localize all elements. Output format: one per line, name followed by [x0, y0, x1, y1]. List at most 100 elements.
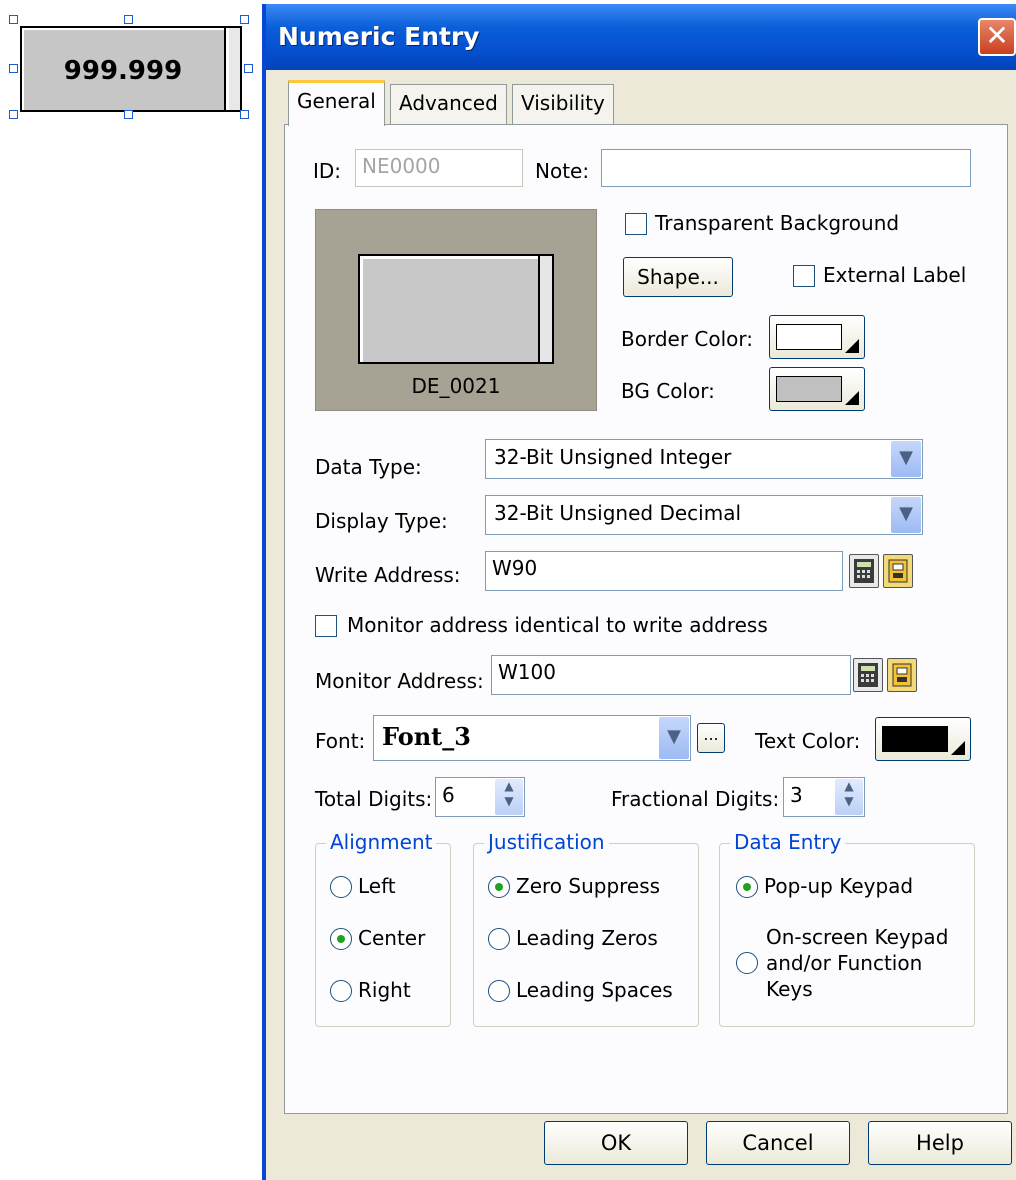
resize-handle-bottom-right[interactable]: [240, 110, 249, 119]
bg-color-swatch: [776, 376, 842, 402]
border-color-button[interactable]: [769, 315, 865, 359]
help-button[interactable]: Help: [868, 1121, 1012, 1165]
ok-button[interactable]: OK: [544, 1121, 688, 1165]
tab-advanced-label: Advanced: [399, 91, 498, 115]
display-type-value: 32-Bit Unsigned Decimal: [494, 501, 742, 525]
alignment-center-radio[interactable]: [330, 928, 352, 950]
chevron-down-icon[interactable]: ▼: [891, 497, 921, 533]
alignment-left-label: Left: [358, 874, 396, 898]
text-color-button[interactable]: [875, 717, 971, 761]
spin-updown-icon[interactable]: ▲ ▼: [835, 779, 863, 815]
id-field: NE0000: [355, 149, 523, 187]
note-field[interactable]: [601, 149, 971, 187]
resize-handle-top[interactable]: [124, 15, 133, 24]
resize-handle-top-left[interactable]: [9, 15, 18, 24]
preview-shape: [358, 254, 554, 364]
alignment-group: Alignment Left Center Right: [315, 830, 451, 1027]
border-color-swatch: [776, 324, 842, 350]
resize-handle-top-right[interactable]: [240, 15, 249, 24]
onscreen-keypad-radio[interactable]: [736, 952, 758, 974]
monitor-identical-checkbox[interactable]: [315, 615, 337, 637]
spin-updown-icon[interactable]: ▲ ▼: [495, 779, 523, 815]
general-tab-panel: ID: NE0000 Note: DE_0021 Transparent Bac…: [284, 124, 1008, 1114]
text-color-swatch: [882, 726, 948, 752]
external-label-checkbox[interactable]: [793, 265, 815, 287]
monitor-identical-label: Monitor address identical to write addre…: [347, 613, 768, 637]
popup-keypad-label: Pop-up Keypad: [764, 874, 914, 898]
numeric-entry-widget[interactable]: 999.999: [9, 15, 253, 119]
zero-suppress-label: Zero Suppress: [516, 874, 661, 898]
justification-title: Justification: [484, 830, 609, 854]
widget-value: 999.999: [63, 56, 183, 86]
tab-general[interactable]: General: [288, 80, 385, 126]
text-color-label: Text Color:: [755, 729, 861, 753]
bg-color-button[interactable]: [769, 367, 865, 411]
font-more-button[interactable]: ...: [697, 723, 725, 753]
onscreen-keypad-label: On-screen Keypad and/or Function Keys: [766, 925, 949, 1001]
preview-caption: DE_0021: [411, 374, 501, 398]
cancel-button[interactable]: Cancel: [706, 1121, 850, 1165]
alignment-right-radio[interactable]: [330, 980, 352, 1002]
resize-handle-bottom[interactable]: [124, 110, 133, 119]
data-type-value: 32-Bit Unsigned Integer: [494, 445, 732, 469]
justification-group: Justification Zero Suppress Leading Zero…: [473, 830, 699, 1027]
zero-suppress-radio[interactable]: [488, 876, 510, 898]
address-tag-icon[interactable]: [887, 658, 917, 692]
preview-bevel: [538, 256, 552, 362]
fractional-digits-spinner[interactable]: 3 ▲ ▼: [783, 777, 865, 817]
dropdown-corner-icon: [845, 391, 859, 405]
transparent-background-label: Transparent Background: [655, 211, 900, 235]
font-value: Font_3: [382, 722, 471, 751]
font-label: Font:: [315, 729, 366, 753]
widget-bevel: [224, 28, 240, 110]
total-digits-spinner[interactable]: 6 ▲ ▼: [435, 777, 525, 817]
leading-spaces-label: Leading Spaces: [516, 978, 673, 1002]
chevron-down-icon[interactable]: ▼: [891, 441, 921, 477]
alignment-left-radio[interactable]: [330, 876, 352, 898]
tab-visibility-label: Visibility: [521, 91, 605, 115]
calculator-icon[interactable]: [853, 658, 883, 692]
font-select[interactable]: Font_3 ▼: [373, 715, 691, 761]
address-tag-icon[interactable]: [883, 554, 913, 588]
calculator-icon[interactable]: [849, 554, 879, 588]
id-label: ID:: [313, 159, 342, 183]
tab-visibility[interactable]: Visibility: [512, 84, 614, 124]
data-entry-group: Data Entry Pop-up Keypad On-screen Keypa…: [719, 830, 975, 1027]
numeric-entry-dialog: Numeric Entry ✕ General Advanced Visibil…: [262, 4, 1016, 1180]
tab-advanced[interactable]: Advanced: [390, 84, 507, 124]
resize-handle-left[interactable]: [9, 64, 18, 73]
close-button[interactable]: ✕: [978, 18, 1016, 56]
border-color-label: Border Color:: [621, 327, 754, 351]
fractional-digits-label: Fractional Digits:: [611, 787, 780, 811]
dropdown-corner-icon: [845, 339, 859, 353]
write-address-field[interactable]: W90: [485, 551, 843, 591]
leading-spaces-radio[interactable]: [488, 980, 510, 1002]
popup-keypad-radio[interactable]: [736, 876, 758, 898]
display-type-select[interactable]: 32-Bit Unsigned Decimal ▼: [485, 495, 923, 535]
display-type-label: Display Type:: [315, 509, 448, 533]
alignment-right-label: Right: [358, 978, 411, 1002]
shape-preview: DE_0021: [315, 209, 597, 411]
tab-general-label: General: [297, 89, 376, 113]
dropdown-corner-icon: [951, 741, 965, 755]
write-address-label: Write Address:: [315, 563, 461, 587]
close-icon: ✕: [985, 19, 1009, 52]
chevron-down-icon[interactable]: ▼: [659, 717, 689, 759]
total-digits-value: 6: [442, 783, 455, 807]
resize-handle-right[interactable]: [244, 64, 253, 73]
data-type-select[interactable]: 32-Bit Unsigned Integer ▼: [485, 439, 923, 479]
widget-face: 999.999: [20, 26, 242, 112]
resize-handle-bottom-left[interactable]: [9, 110, 18, 119]
dialog-title: Numeric Entry: [278, 22, 480, 51]
title-bar[interactable]: Numeric Entry ✕: [266, 4, 1016, 70]
leading-zeros-radio[interactable]: [488, 928, 510, 950]
data-type-label: Data Type:: [315, 455, 422, 479]
bg-color-label: BG Color:: [621, 379, 715, 403]
fractional-digits-value: 3: [790, 783, 803, 807]
shape-button[interactable]: Shape...: [623, 257, 733, 297]
transparent-background-checkbox[interactable]: [625, 213, 647, 235]
data-entry-title: Data Entry: [730, 830, 846, 854]
total-digits-label: Total Digits:: [315, 787, 433, 811]
leading-zeros-label: Leading Zeros: [516, 926, 658, 950]
monitor-address-field[interactable]: W100: [491, 655, 851, 695]
